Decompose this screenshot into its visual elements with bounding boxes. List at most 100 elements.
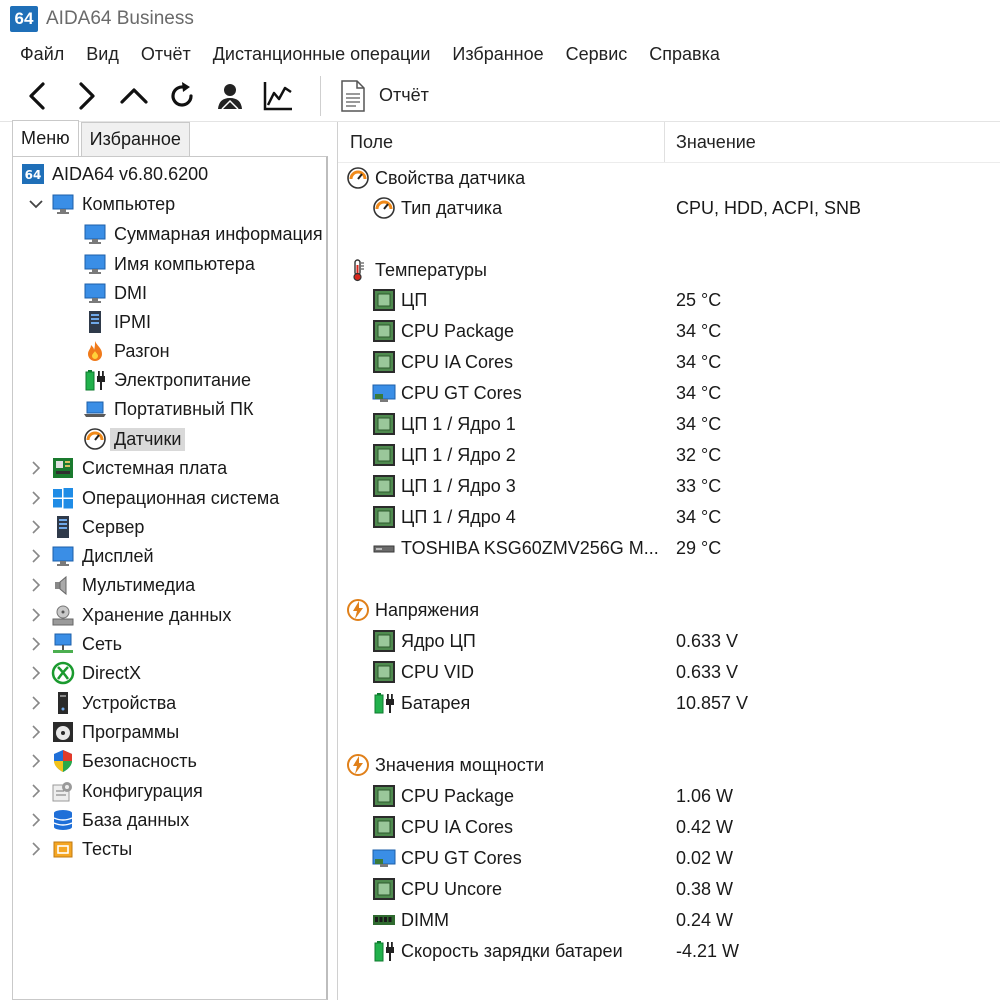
forward-button[interactable] xyxy=(62,74,110,118)
chevron-right-icon[interactable] xyxy=(27,811,45,829)
group-row[interactable]: Свойства датчика xyxy=(338,163,1000,193)
chevron-right-icon[interactable] xyxy=(27,518,45,536)
column-header-field[interactable]: Поле xyxy=(338,122,665,162)
tree-item-computer-name[interactable]: Имя компьютера xyxy=(83,250,255,278)
chevron-right-icon[interactable] xyxy=(27,606,45,624)
tree-item-multimedia[interactable]: Мультимедиа xyxy=(27,571,195,599)
field-label: CPU GT Cores xyxy=(401,382,522,403)
windows-logo-icon xyxy=(51,486,75,510)
table-row[interactable]: CPU IA Cores 34 °C xyxy=(338,347,1000,377)
field-label: ЦП 1 / Ядро 3 xyxy=(401,475,516,496)
tree-item-label: Имя компьютера xyxy=(114,253,255,274)
tree-item-programs[interactable]: Программы xyxy=(27,718,179,746)
report-button[interactable]: Отчёт xyxy=(331,74,437,118)
chevron-right-icon[interactable] xyxy=(27,635,45,653)
chevron-right-icon[interactable] xyxy=(27,489,45,507)
tree-item-database[interactable]: База данных xyxy=(27,806,189,834)
chevron-down-icon[interactable] xyxy=(27,195,45,213)
cpu-chip-icon xyxy=(372,660,396,684)
table-row[interactable]: CPU VID 0.633 V xyxy=(338,657,1000,687)
value-cell: 32 °C xyxy=(676,444,722,465)
table-row[interactable]: Скорость зарядки батареи -4.21 W xyxy=(338,936,1000,966)
chart-button[interactable] xyxy=(254,74,302,118)
back-button[interactable] xyxy=(14,74,62,118)
tree-item-os[interactable]: Операционная система xyxy=(27,484,279,512)
table-row[interactable]: CPU GT Cores 0.02 W xyxy=(338,843,1000,873)
tree-item-devices[interactable]: Устройства xyxy=(27,689,176,717)
tree-item-security[interactable]: Безопасность xyxy=(27,747,197,775)
group-row[interactable]: Напряжения xyxy=(338,595,1000,625)
table-row[interactable]: ЦП 1 / Ядро 1 34 °C xyxy=(338,409,1000,439)
tree-item-display[interactable]: Дисплей xyxy=(27,542,154,570)
field-cell: ЦП 1 / Ядро 3 xyxy=(372,474,516,498)
tree-item-tests[interactable]: Тесты xyxy=(27,835,132,863)
table-row[interactable]: ЦП 1 / Ядро 3 33 °C xyxy=(338,471,1000,501)
tree-item-dmi[interactable]: DMI xyxy=(83,279,147,307)
group-title: Температуры xyxy=(375,259,487,280)
group-row[interactable]: Температуры xyxy=(338,255,1000,285)
chevron-right-icon[interactable] xyxy=(27,547,45,565)
value-cell: 34 °C xyxy=(676,351,722,372)
table-row[interactable]: CPU Uncore 0.38 W xyxy=(338,874,1000,904)
field-cell: ЦП xyxy=(372,288,427,312)
tree-item-storage[interactable]: Хранение данных xyxy=(27,601,231,629)
chevron-right-icon[interactable] xyxy=(27,664,45,682)
tree-item-ipmi[interactable]: IPMI xyxy=(83,308,151,336)
tree-item-network[interactable]: Сеть xyxy=(27,630,122,658)
tab-favorites[interactable]: Избранное xyxy=(80,122,190,156)
tree-item-server[interactable]: Сервер xyxy=(27,513,144,541)
menu-view[interactable]: Вид xyxy=(86,44,119,65)
tree-item-power[interactable]: Электропитание xyxy=(83,366,251,394)
menu-help[interactable]: Справка xyxy=(649,44,720,65)
table-row[interactable]: CPU Package 1.06 W xyxy=(338,781,1000,811)
tree-item-label: Системная плата xyxy=(82,457,228,478)
table-row[interactable]: Ядро ЦП 0.633 V xyxy=(338,626,1000,656)
menu-report[interactable]: Отчёт xyxy=(141,44,191,65)
menu-favorites[interactable]: Избранное xyxy=(452,44,543,65)
user-button[interactable] xyxy=(206,74,254,118)
chevron-right-icon[interactable] xyxy=(27,752,45,770)
chevron-right-icon[interactable] xyxy=(27,723,45,741)
tree-item-directx[interactable]: DirectX xyxy=(27,659,141,687)
group-row[interactable]: Значения мощности xyxy=(338,750,1000,780)
table-row[interactable]: ЦП 25 °C xyxy=(338,285,1000,315)
tree-item-overclock[interactable]: Разгон xyxy=(83,337,170,365)
chevron-right-icon[interactable] xyxy=(27,459,45,477)
menu-tools[interactable]: Сервис xyxy=(566,44,628,65)
table-row[interactable]: CPU IA Cores 0.42 W xyxy=(338,812,1000,842)
menu-file[interactable]: Файл xyxy=(20,44,64,65)
table-row[interactable]: Тип датчика CPU, HDD, ACPI, SNB xyxy=(338,193,1000,223)
table-row[interactable]: CPU Package 34 °C xyxy=(338,316,1000,346)
tree-root[interactable]: 64 AIDA64 v6.80.6200 xyxy=(21,160,208,188)
tree-item-summary[interactable]: Суммарная информация xyxy=(83,220,323,248)
table-row[interactable]: ЦП 1 / Ядро 2 32 °C xyxy=(338,440,1000,470)
tree-item-motherboard[interactable]: Системная плата xyxy=(27,454,227,482)
tree-item-label: IPMI xyxy=(114,311,152,332)
table-row[interactable]: Батарея 10.857 V xyxy=(338,688,1000,718)
battery-plug-icon xyxy=(83,368,107,392)
value-cell: 34 °C xyxy=(676,382,722,403)
tab-menu[interactable]: Меню xyxy=(12,120,79,156)
tree-item-sensors[interactable]: Датчики xyxy=(83,425,186,453)
report-label: Отчёт xyxy=(379,85,429,105)
refresh-button[interactable] xyxy=(158,74,206,118)
tree-item-config[interactable]: Конфигурация xyxy=(27,777,203,805)
tree-item-laptop[interactable]: Портативный ПК xyxy=(83,395,253,423)
field-cell: ЦП 1 / Ядро 4 xyxy=(372,505,516,529)
column-header-value[interactable]: Значение xyxy=(666,122,1000,162)
speaker-icon xyxy=(51,573,75,597)
table-row[interactable]: ЦП 1 / Ядро 4 34 °C xyxy=(338,502,1000,532)
up-button[interactable] xyxy=(110,74,158,118)
tree-item-computer[interactable]: Компьютер xyxy=(27,190,175,218)
table-row[interactable]: TOSHIBA KSG60ZMV256G M... 29 °C xyxy=(338,533,1000,563)
sensor-gauge-icon xyxy=(372,196,396,220)
chevron-right-icon[interactable] xyxy=(27,694,45,712)
value-cell: 34 °C xyxy=(676,320,722,341)
table-row[interactable]: CPU GT Cores 34 °C xyxy=(338,378,1000,408)
table-row[interactable]: DIMM 0.24 W xyxy=(338,905,1000,935)
menu-remote[interactable]: Дистанционные операции xyxy=(213,44,431,65)
chevron-right-icon[interactable] xyxy=(27,840,45,858)
chevron-right-icon[interactable] xyxy=(27,782,45,800)
value-cell: 25 °C xyxy=(676,289,722,310)
chevron-right-icon[interactable] xyxy=(27,576,45,594)
